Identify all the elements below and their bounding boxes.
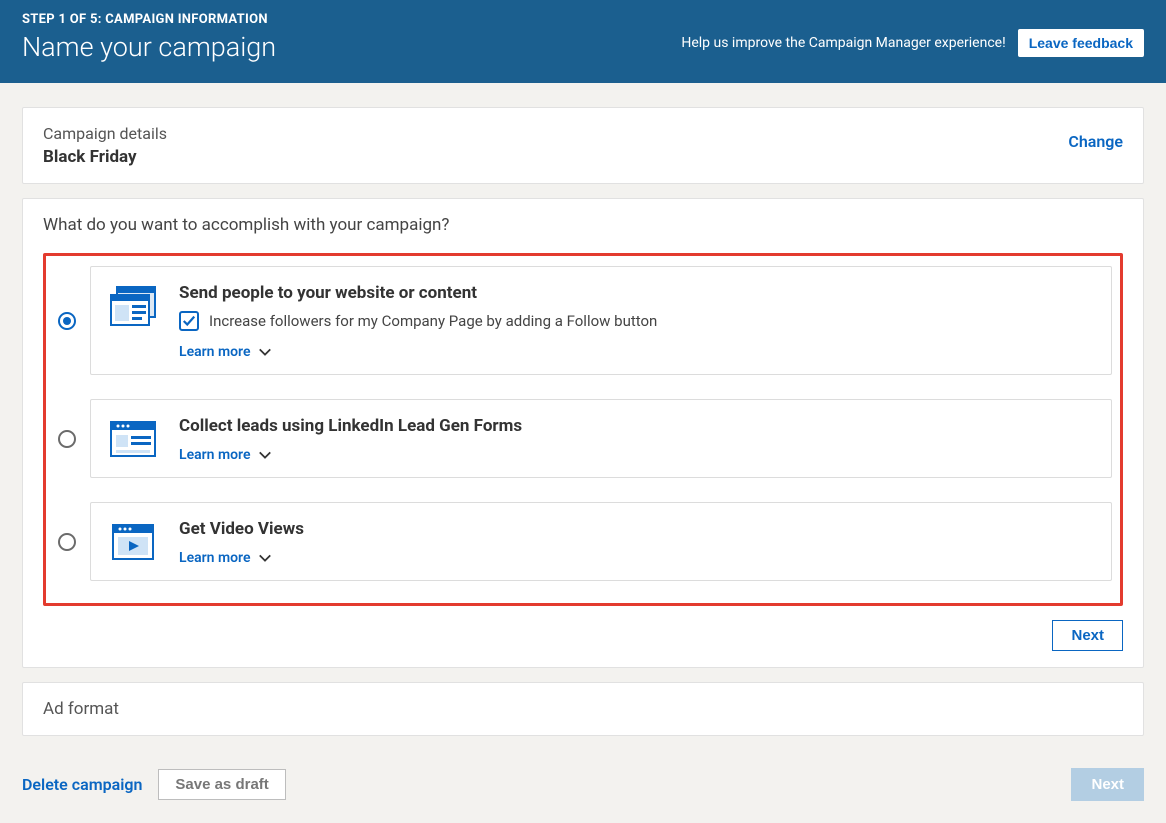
ad-format-label: Ad format (43, 699, 1123, 719)
chevron-down-icon (258, 551, 272, 565)
change-link[interactable]: Change (1068, 132, 1123, 151)
page-body: Campaign details Black Friday Change Wha… (0, 83, 1166, 768)
check-icon (182, 314, 196, 328)
option-title-video: Get Video Views (179, 519, 1093, 539)
page-header: STEP 1 OF 5: CAMPAIGN INFORMATION Name y… (0, 0, 1166, 83)
website-icon (109, 285, 157, 327)
chevron-down-icon (258, 448, 272, 462)
learn-more-website[interactable]: Learn more (179, 344, 272, 360)
radio-leads[interactable] (58, 430, 76, 448)
followers-checkbox-label: Increase followers for my Company Page b… (209, 312, 657, 330)
learn-more-label: Learn more (179, 344, 250, 360)
footer-next-button[interactable]: Next (1071, 768, 1144, 801)
chevron-down-icon (258, 345, 272, 359)
footer-left: Delete campaign Save as draft (22, 769, 286, 800)
step-indicator: STEP 1 OF 5: CAMPAIGN INFORMATION (22, 12, 276, 27)
option-body-video: Get Video Views Learn more (179, 519, 1093, 566)
ad-format-card: Ad format (22, 682, 1144, 736)
followers-checkbox-row[interactable]: Increase followers for my Company Page b… (179, 311, 1093, 331)
goal-question: What do you want to accomplish with your… (43, 215, 1123, 235)
goal-card: What do you want to accomplish with your… (22, 198, 1144, 668)
improve-text: Help us improve the Campaign Manager exp… (681, 35, 1005, 51)
goal-option-leads[interactable]: Collect leads using LinkedIn Lead Gen Fo… (52, 399, 1112, 478)
learn-more-leads[interactable]: Learn more (179, 447, 272, 463)
option-body-leads: Collect leads using LinkedIn Lead Gen Fo… (179, 416, 1093, 463)
followers-checkbox[interactable] (179, 311, 199, 331)
video-icon (109, 521, 157, 563)
header-right: Help us improve the Campaign Manager exp… (681, 29, 1144, 57)
save-draft-button[interactable]: Save as draft (158, 769, 285, 800)
goal-next-button[interactable]: Next (1052, 620, 1123, 651)
leads-icon (109, 418, 157, 460)
option-title-website: Send people to your website or content (179, 283, 1093, 303)
goal-next-wrap: Next (43, 620, 1123, 651)
leave-feedback-button[interactable]: Leave feedback (1018, 29, 1144, 57)
option-card-website[interactable]: Send people to your website or content I… (90, 266, 1112, 375)
option-body-website: Send people to your website or content I… (179, 283, 1093, 360)
goal-options-highlight: Send people to your website or content I… (43, 253, 1123, 606)
goal-option-website[interactable]: Send people to your website or content I… (52, 266, 1112, 375)
option-title-leads: Collect leads using LinkedIn Lead Gen Fo… (179, 416, 1093, 436)
page-footer: Delete campaign Save as draft Next (0, 768, 1166, 823)
radio-website[interactable] (58, 312, 76, 330)
learn-more-label: Learn more (179, 550, 250, 566)
campaign-details-label: Campaign details (43, 124, 1123, 143)
option-card-video[interactable]: Get Video Views Learn more (90, 502, 1112, 581)
header-left: STEP 1 OF 5: CAMPAIGN INFORMATION Name y… (22, 8, 276, 63)
learn-more-label: Learn more (179, 447, 250, 463)
radio-video[interactable] (58, 533, 76, 551)
campaign-name: Black Friday (43, 147, 1123, 167)
learn-more-video[interactable]: Learn more (179, 550, 272, 566)
option-card-leads[interactable]: Collect leads using LinkedIn Lead Gen Fo… (90, 399, 1112, 478)
delete-campaign-link[interactable]: Delete campaign (22, 775, 142, 794)
campaign-details-card: Campaign details Black Friday Change (22, 107, 1144, 184)
page-title: Name your campaign (22, 31, 276, 63)
goal-option-video[interactable]: Get Video Views Learn more (52, 502, 1112, 581)
